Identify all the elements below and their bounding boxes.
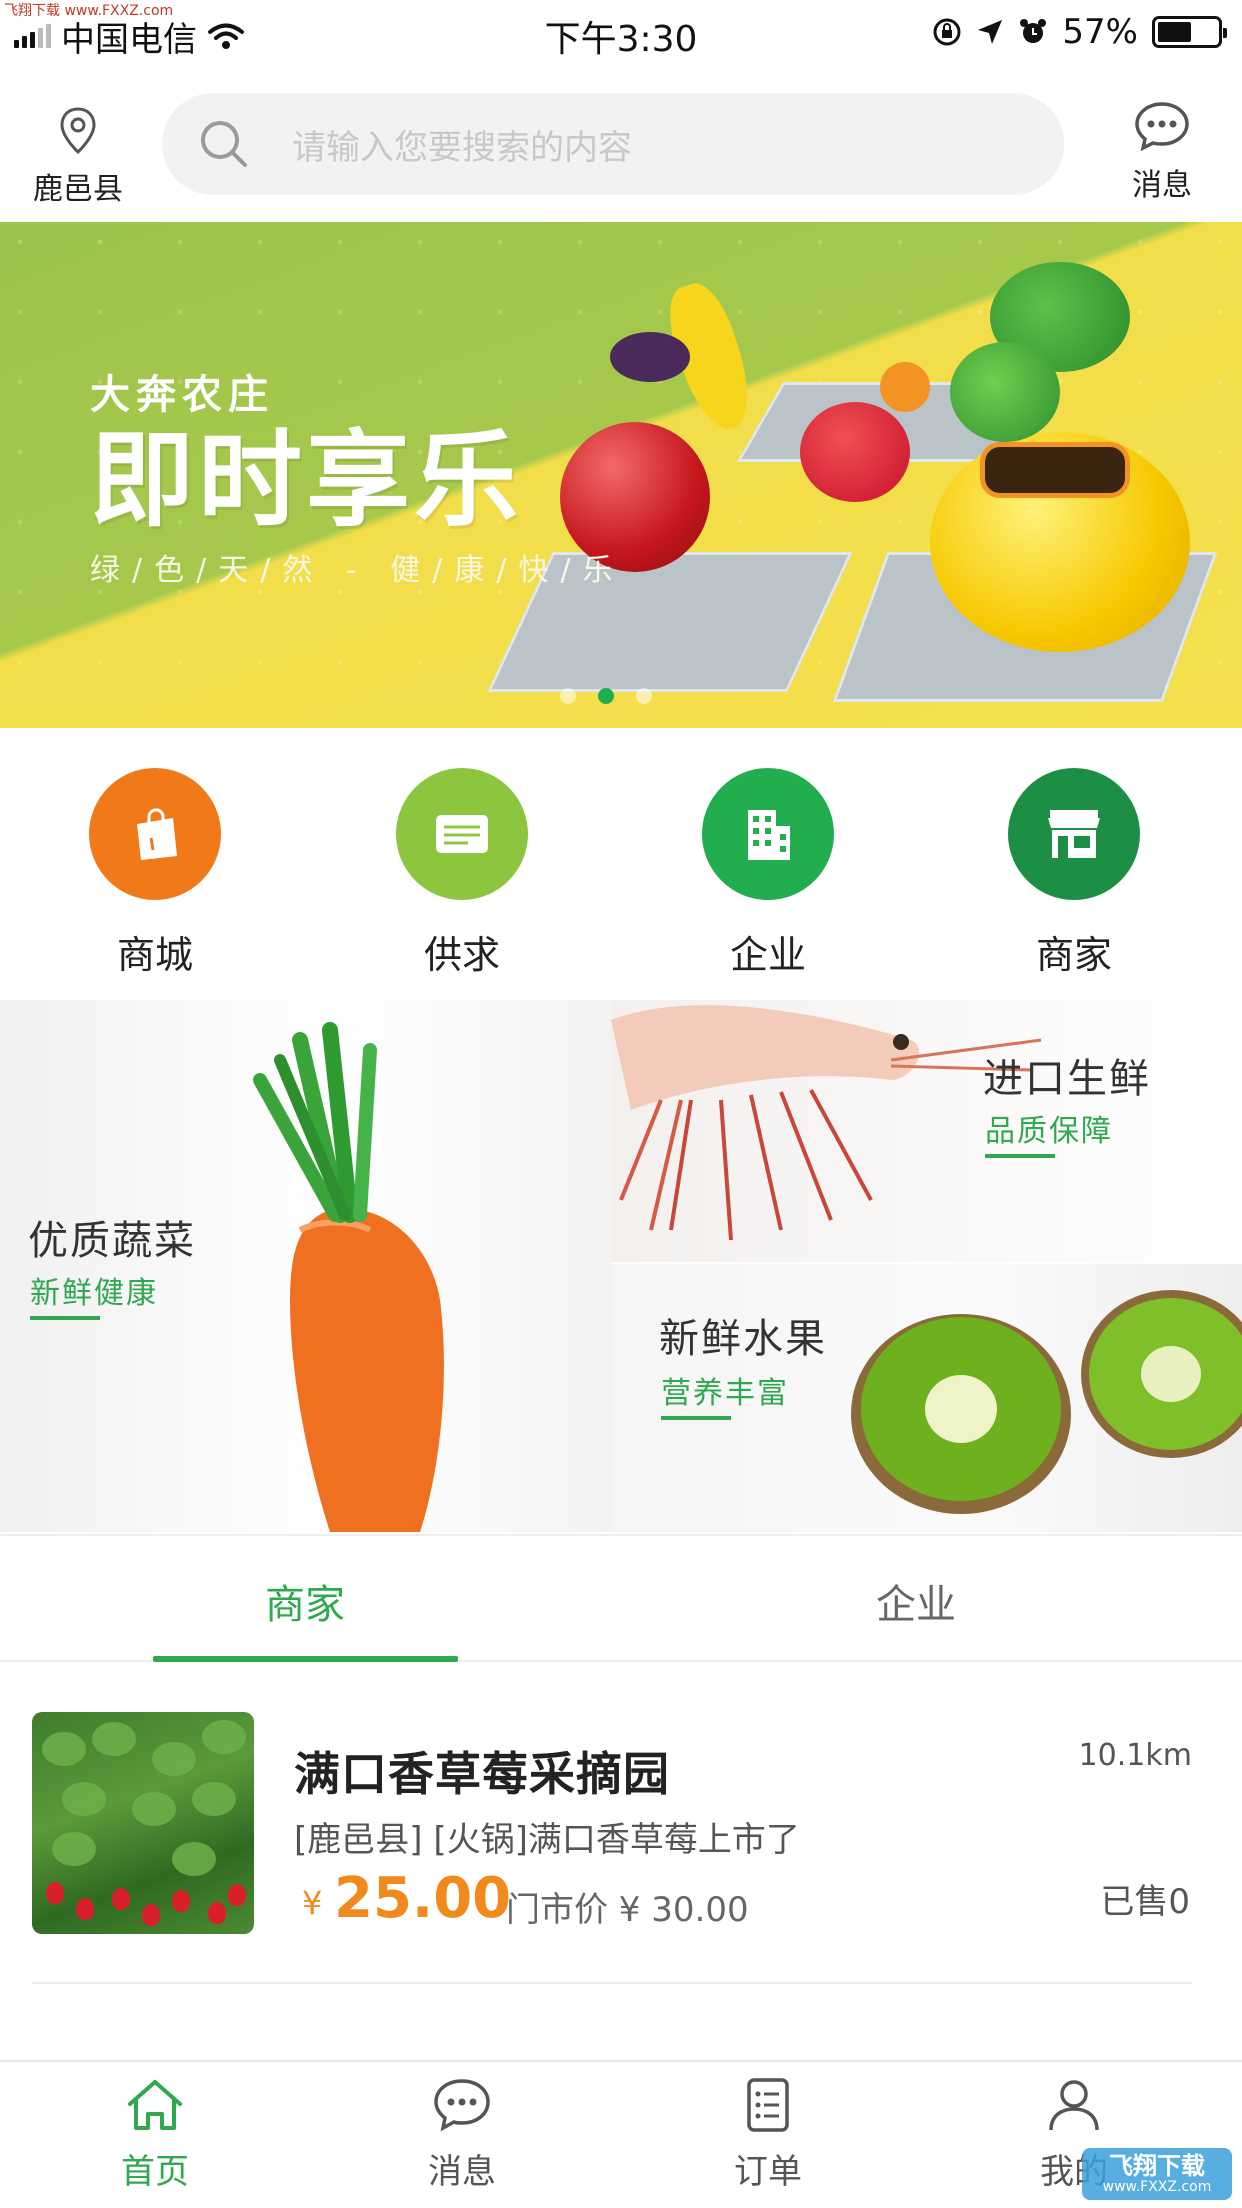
price-currency: ¥ [302,1884,323,1922]
sunglasses-illustration [980,442,1130,498]
building-icon [748,810,790,860]
banner-dot[interactable] [560,688,576,704]
divider [32,1982,1192,1984]
promo-vegetables-subtitle: 新鲜健康 [30,1276,158,1311]
location-label: 鹿邑县 [33,172,123,207]
chat-icon [434,2079,490,2132]
category-grid: 商城 供求 企业 商家 [0,768,1242,977]
storefront-icon [1048,810,1100,858]
merchant-icon-circle [1008,768,1140,900]
location-arrow-icon [978,20,1003,44]
category-supply-demand[interactable]: 供求 [362,768,562,979]
banner-headline: 即时享乐 [90,419,523,541]
header: 鹿邑县 请输入您要搜索的内容 消息 [0,88,1242,208]
category-mall[interactable]: 商城 [55,768,255,979]
bottom-nav: 首页 消息 订单 我的 飞翔下载 www.FXXZ.com [0,2060,1242,2208]
promo-fruit-subtitle: 营养丰富 [661,1376,789,1411]
category-supply-demand-label: 供求 [423,933,500,977]
shop-name: 满口香草莓采摘园 [294,1747,670,1801]
promo-vegetables-underline [30,1316,100,1320]
promo-fruit-underline [661,1416,731,1420]
category-enterprise[interactable]: 企业 [668,768,868,979]
banner-brand: 大奔农庄 [90,372,274,418]
nav-home-label: 首页 [121,2152,189,2192]
location-pin-icon [60,107,96,155]
shrimp-illustration [611,1005,1042,1241]
banner-pagination[interactable] [560,688,652,704]
original-price: 门市价 ¥ 30.00 [506,1890,749,1930]
search-input[interactable]: 请输入您要搜索的内容 [292,120,632,169]
promo-seafood-subtitle: 品质保障 [985,1114,1113,1149]
sold-count: 已售0 [1100,1882,1190,1922]
enterprise-icon-circle [702,768,834,900]
shopping-bag-icon [137,808,177,860]
promo-vegetables[interactable]: 优质蔬菜 新鲜健康 [0,1000,611,1532]
chat-bubble-icon [1135,102,1189,152]
promo-fruit[interactable]: 新鲜水果 营养丰富 [611,1264,1242,1532]
supply-icon-circle [396,768,528,900]
category-enterprise-label: 企业 [729,933,806,977]
mall-icon-circle [89,768,221,900]
search-bar[interactable]: 请输入您要搜索的内容 [162,93,1064,195]
list-item[interactable]: 满口香草莓采摘园 [鹿邑县] [火锅]满口香草莓上市了 ¥ 25.00 门市价 … [0,1688,1242,1978]
banner-tagline: 绿/色/天/然 - 健/康/快/乐 [90,553,625,589]
distance: 10.1km [1078,1738,1192,1773]
nav-messages[interactable]: 消息 [362,2076,562,2193]
status-bar: 飞翔下载 www.FXXZ.com 中国电信 下午3:30 57% [0,0,1242,62]
watermark-text: 飞翔下载 [1109,2152,1205,2181]
search-icon [201,121,247,167]
orange-illustration [880,362,930,412]
watermark-logo: 飞翔下载 www.FXXZ.com [1082,2148,1232,2200]
carrot-illustration [253,1022,444,1532]
promo-vegetables-title: 优质蔬菜 [28,1218,196,1264]
alarm-icon [1020,19,1047,43]
watermark-url: www.FXXZ.com [1102,2178,1212,2195]
battery-icon [1152,16,1227,48]
promo-seafood-underline [985,1154,1055,1158]
card-icon [436,815,488,853]
promo-grid: 优质蔬菜 新鲜健康 进口生鲜 品质保障 新鲜水果 营养丰富 [0,1000,1242,1532]
shop-thumbnail [32,1712,254,1934]
banner-dot[interactable] [636,688,652,704]
promo-seafood-title: 进口生鲜 [983,1056,1151,1102]
banner-text: 大奔农庄 即时享乐 绿/色/天/然 - 健/康/快/乐 [90,362,625,589]
banner-dot-active[interactable] [598,688,614,704]
battery-percent: 57% [1062,12,1138,52]
price: 25.00 [334,1866,512,1931]
location-selector[interactable]: 鹿邑县 [28,106,128,208]
header-messages-button[interactable]: 消息 [1122,100,1202,204]
listing-tabs: 商家 企业 [0,1534,1242,1662]
home-icon [128,2080,182,2130]
pepper-illustration [950,342,1060,442]
promo-banner[interactable]: 大奔农庄 即时享乐 绿/色/天/然 - 健/康/快/乐 [0,222,1242,728]
promo-seafood[interactable]: 进口生鲜 品质保障 [611,1000,1242,1262]
header-messages-label: 消息 [1132,168,1192,203]
shop-description: [鹿邑县] [火锅]满口香草莓上市了 [294,1820,800,1860]
tab-active-indicator [153,1656,458,1662]
nav-orders-label: 订单 [734,2152,802,2192]
category-merchant-label: 商家 [1035,933,1112,977]
nav-messages-label: 消息 [428,2152,496,2192]
tab-enterprises[interactable]: 企业 [766,1572,1066,1630]
nav-home[interactable]: 首页 [55,2076,255,2193]
strawberry-illustration [800,402,910,502]
rotation-lock-icon [933,18,961,46]
order-list-icon [747,2078,789,2132]
tab-merchants[interactable]: 商家 [155,1572,455,1630]
status-right: 57% [932,12,1227,52]
category-mall-label: 商城 [116,933,193,977]
user-icon [1049,2080,1099,2131]
category-merchant[interactable]: 商家 [974,768,1174,979]
nav-orders[interactable]: 订单 [668,2076,868,2193]
promo-fruit-title: 新鲜水果 [659,1316,827,1362]
